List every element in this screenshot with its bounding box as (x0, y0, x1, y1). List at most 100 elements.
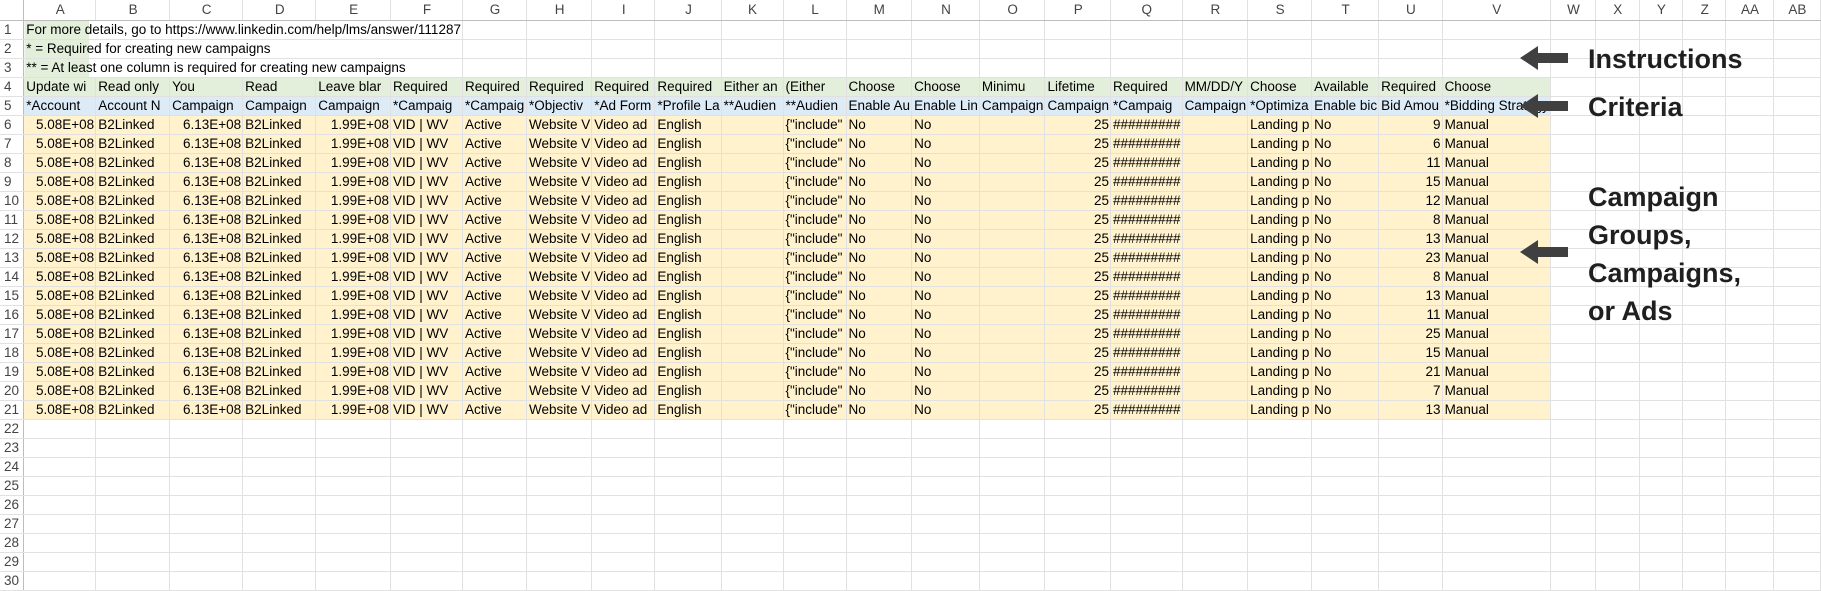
data-cell[interactable]: VID | WV (390, 267, 463, 287)
data-cell[interactable]: 1.99E+08 (315, 191, 391, 211)
data-cell[interactable]: No (1311, 153, 1380, 173)
cell[interactable] (23, 495, 97, 515)
cell[interactable] (1378, 457, 1443, 477)
column-header-u[interactable]: U (1378, 0, 1443, 21)
data-cell[interactable] (721, 400, 784, 420)
field-header-cell[interactable]: Enable bic (1311, 96, 1380, 116)
data-cell[interactable]: 5.08E+08 (23, 172, 97, 192)
cell[interactable] (846, 20, 913, 40)
data-cell[interactable]: English (654, 343, 722, 363)
data-cell[interactable]: ######### (1110, 343, 1183, 363)
data-cell[interactable]: B2Linked (242, 134, 317, 154)
cell[interactable] (1773, 286, 1821, 306)
field-header-cell[interactable]: *Campaig (1110, 96, 1183, 116)
data-cell[interactable]: 5.08E+08 (23, 362, 97, 382)
data-cell[interactable]: 5.08E+08 (23, 305, 97, 325)
row-header[interactable]: 23 (0, 438, 25, 458)
cell[interactable] (654, 58, 722, 78)
cell[interactable] (1595, 476, 1640, 496)
cell[interactable] (1247, 419, 1313, 439)
cell[interactable] (1725, 381, 1774, 401)
data-cell[interactable]: 25 (1044, 381, 1111, 401)
cell[interactable] (169, 571, 244, 591)
data-cell[interactable]: No (911, 153, 980, 173)
data-cell[interactable]: 11 (1378, 305, 1443, 325)
data-cell[interactable]: 25 (1044, 134, 1111, 154)
cell[interactable] (1311, 552, 1380, 572)
data-cell[interactable]: Video ad (591, 191, 656, 211)
cell[interactable] (591, 552, 656, 572)
cell[interactable] (721, 438, 784, 458)
cell[interactable] (1044, 533, 1111, 553)
data-cell[interactable]: 6.13E+08 (169, 172, 244, 192)
column-header-d[interactable]: D (242, 0, 317, 21)
cell[interactable] (1595, 457, 1640, 477)
data-cell[interactable]: 25 (1044, 153, 1111, 173)
data-cell[interactable] (721, 210, 784, 230)
cell[interactable] (911, 39, 980, 59)
cell[interactable] (1639, 571, 1684, 591)
cell[interactable] (1682, 457, 1727, 477)
row-header[interactable]: 25 (0, 476, 25, 496)
data-cell[interactable] (979, 153, 1046, 173)
column-header-h[interactable]: H (526, 0, 593, 21)
row-header[interactable]: 10 (0, 191, 25, 211)
field-header-cell[interactable]: **Audien (721, 96, 784, 116)
cell[interactable] (1725, 438, 1774, 458)
data-cell[interactable] (721, 267, 784, 287)
cell[interactable] (1182, 571, 1249, 591)
data-cell[interactable] (979, 400, 1046, 420)
cell[interactable] (911, 58, 980, 78)
data-cell[interactable] (1182, 381, 1249, 401)
data-cell[interactable]: Video ad (591, 381, 656, 401)
cell[interactable] (1247, 58, 1313, 78)
cell[interactable] (462, 552, 527, 572)
cell[interactable] (1247, 495, 1313, 515)
cell[interactable] (846, 476, 913, 496)
data-cell[interactable]: B2Linked (95, 248, 171, 268)
row-header[interactable]: 29 (0, 552, 25, 572)
data-cell[interactable]: No (1311, 400, 1380, 420)
data-cell[interactable]: 5.08E+08 (23, 343, 97, 363)
data-cell[interactable]: Video ad (591, 324, 656, 344)
cell[interactable] (23, 514, 97, 534)
cell[interactable] (1639, 533, 1684, 553)
data-cell[interactable]: English (654, 362, 722, 382)
cell[interactable] (169, 419, 244, 439)
data-cell[interactable]: B2Linked (95, 115, 171, 135)
data-cell[interactable]: Video ad (591, 172, 656, 192)
cell[interactable] (1182, 58, 1249, 78)
cell[interactable] (1725, 400, 1774, 420)
data-cell[interactable]: No (846, 115, 913, 135)
cell[interactable] (1773, 419, 1821, 439)
cell[interactable] (315, 571, 391, 591)
data-cell[interactable]: Manual (1442, 343, 1551, 363)
data-cell[interactable]: English (654, 381, 722, 401)
cell[interactable] (654, 495, 722, 515)
data-cell[interactable]: English (654, 153, 722, 173)
cell[interactable] (1311, 419, 1380, 439)
data-cell[interactable]: 1.99E+08 (315, 400, 391, 420)
cell[interactable] (1442, 552, 1551, 572)
cell[interactable] (1725, 115, 1774, 135)
data-cell[interactable]: 15 (1378, 343, 1443, 363)
data-cell[interactable]: Active (462, 400, 527, 420)
data-cell[interactable]: 6.13E+08 (169, 115, 244, 135)
cell[interactable] (1595, 381, 1640, 401)
column-header-f[interactable]: F (390, 0, 463, 21)
row-header[interactable]: 16 (0, 305, 25, 325)
field-header-cell[interactable]: Campaign (315, 96, 391, 116)
cell[interactable] (526, 495, 593, 515)
data-cell[interactable]: No (1311, 229, 1380, 249)
cell[interactable] (1682, 533, 1727, 553)
cell[interactable] (1725, 153, 1774, 173)
cell[interactable] (1378, 438, 1443, 458)
cell[interactable] (654, 419, 722, 439)
cell[interactable] (1725, 457, 1774, 477)
cell[interactable] (1311, 438, 1380, 458)
data-cell[interactable]: {"include" (783, 115, 847, 135)
data-cell[interactable]: B2Linked (242, 305, 317, 325)
criteria-cell[interactable]: MM/DD/Y (1182, 77, 1249, 97)
data-cell[interactable]: ######### (1110, 172, 1183, 192)
data-cell[interactable]: Video ad (591, 210, 656, 230)
